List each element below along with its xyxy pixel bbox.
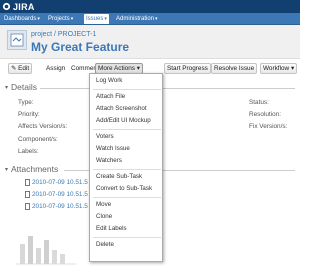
jira-logo-icon (2, 2, 11, 11)
menu-separator (93, 197, 161, 198)
nav-projects[interactable]: Projects▾ (46, 14, 75, 24)
file-icon (25, 191, 30, 198)
issue-type-icon (7, 30, 27, 50)
jira-logo[interactable]: JIRA (2, 1, 35, 12)
field-priority: Priority: (18, 111, 40, 118)
attachment-name: 2010-07-09 10.51.5 (32, 191, 88, 198)
menu-item-add-edit-ui-mockup[interactable]: Add/Edit UI Mockup (96, 117, 151, 124)
menu-item-create-sub-task[interactable]: Create Sub-Task (96, 173, 142, 180)
menu-item-attach-screenshot[interactable]: Attach Screenshot (96, 105, 147, 112)
nav-issues[interactable]: Issues▾ (84, 14, 109, 24)
breadcrumb[interactable]: project / PROJECT-1 (31, 31, 96, 38)
menu-separator (93, 129, 161, 130)
menu-item-watch-issue[interactable]: Watch Issue (96, 145, 130, 152)
edit-button-label: Edit (18, 65, 30, 72)
nav-administration-label: Administration (116, 16, 155, 22)
attachment-row[interactable]: 2010-07-09 10.51.5 (25, 179, 88, 186)
details-title: Details (11, 82, 37, 92)
file-icon (25, 179, 30, 186)
field-affects-versions: Affects Version/s: (18, 123, 68, 130)
pencil-icon: ✎ (11, 65, 17, 72)
chevron-down-icon: ▾ (290, 65, 295, 72)
nav-dashboards-label: Dashboards (4, 16, 37, 22)
field-fix-versions: Fix Version/s: (249, 123, 288, 130)
resolve-issue-button[interactable]: Resolve Issue (211, 63, 258, 74)
menu-item-clone[interactable]: Clone (96, 213, 112, 220)
menu-item-log-work[interactable]: Log Work (96, 77, 122, 84)
field-type: Type: (18, 99, 34, 106)
main-nav: Dashboards▾ Projects▾ Issues▾ Administra… (0, 13, 300, 25)
attachment-name: 2010-07-09 10.51.5 (32, 179, 88, 186)
issue-header: project / PROJECT-1 My Great Feature (0, 25, 300, 59)
collapse-icon[interactable]: ▾ (5, 84, 8, 91)
more-actions-menu: Log Work Attach File Attach Screenshot A… (89, 73, 163, 262)
assign-button[interactable]: Assign (43, 63, 68, 74)
workflow-button[interactable]: Workflow ▾ (260, 63, 298, 74)
attachment-name: 2010-07-09 10.51.5 (32, 203, 88, 210)
page-title: My Great Feature (31, 40, 130, 54)
nav-issues-label: Issues (86, 16, 104, 22)
start-progress-button[interactable]: Start Progress (164, 63, 211, 74)
chevron-down-icon: ▾ (70, 16, 74, 22)
menu-item-voters[interactable]: Voters (96, 133, 114, 140)
menu-separator (93, 89, 161, 90)
chevron-down-icon: ▾ (136, 65, 140, 72)
menu-item-move[interactable]: Move (96, 201, 111, 208)
field-resolution: Resolution: (249, 111, 281, 118)
nav-dashboards[interactable]: Dashboards▾ (2, 14, 42, 24)
nav-administration[interactable]: Administration▾ (114, 14, 160, 24)
chevron-down-icon: ▾ (104, 16, 107, 22)
file-icon (25, 203, 30, 210)
menu-item-edit-labels[interactable]: Edit Labels (96, 225, 127, 232)
more-actions-label: More Actions (98, 65, 135, 72)
menu-item-attach-file[interactable]: Attach File (96, 93, 125, 100)
menu-item-delete[interactable]: Delete (96, 241, 114, 248)
top-bar: JIRA (0, 0, 300, 13)
field-labels: Labels: (18, 148, 39, 155)
menu-item-watchers[interactable]: Watchers (96, 157, 122, 164)
attachment-row[interactable]: 2010-07-09 10.51.5 (25, 191, 88, 198)
chevron-down-icon: ▾ (155, 16, 158, 22)
field-components: Component/s: (18, 136, 58, 143)
attachment-row[interactable]: 2010-07-09 10.51.5 (25, 203, 88, 210)
edit-button[interactable]: ✎ Edit (8, 63, 33, 74)
attachment-thumbnail[interactable] (14, 228, 78, 266)
menu-separator (93, 169, 161, 170)
chevron-down-icon: ▾ (37, 16, 40, 22)
workflow-label: Workflow (263, 65, 290, 72)
menu-separator (93, 237, 161, 238)
nav-projects-label: Projects (48, 16, 70, 22)
menu-item-convert-to-sub-task[interactable]: Convert to Sub-Task (96, 185, 152, 192)
attachments-title: Attachments (11, 164, 59, 174)
collapse-icon[interactable]: ▾ (5, 166, 8, 173)
field-status: Status: (249, 99, 269, 106)
section-divider (40, 88, 295, 89)
logo-text: JIRA (13, 1, 35, 12)
